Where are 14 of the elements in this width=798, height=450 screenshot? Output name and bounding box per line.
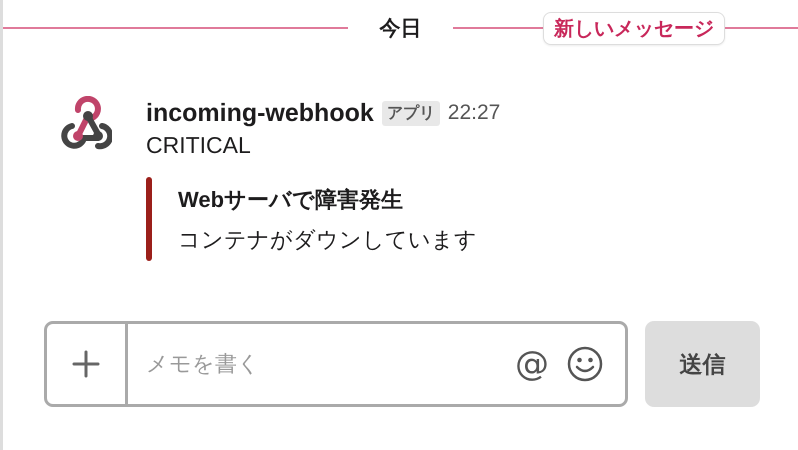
attachment-title: Webサーバで障害発生 bbox=[178, 186, 404, 214]
send-button[interactable]: 送信 bbox=[645, 321, 760, 407]
emoji-icon[interactable] bbox=[567, 346, 603, 382]
mention-button[interactable]: @ bbox=[515, 344, 549, 384]
timestamp[interactable]: 22:27 bbox=[448, 101, 500, 125]
plus-icon bbox=[71, 349, 101, 379]
attachment-text: コンテナがダウンしています bbox=[178, 226, 477, 254]
message-composer[interactable]: メモを書く @ bbox=[44, 321, 628, 407]
message-input[interactable]: メモを書く bbox=[128, 351, 515, 377]
sender-name[interactable]: incoming-webhook bbox=[146, 98, 374, 128]
app-tag: アプリ bbox=[382, 100, 440, 126]
message-text: CRITICAL bbox=[146, 132, 252, 159]
new-messages-badge[interactable]: 新しいメッセージ bbox=[543, 12, 725, 44]
date-divider-label: 今日 bbox=[378, 16, 422, 42]
